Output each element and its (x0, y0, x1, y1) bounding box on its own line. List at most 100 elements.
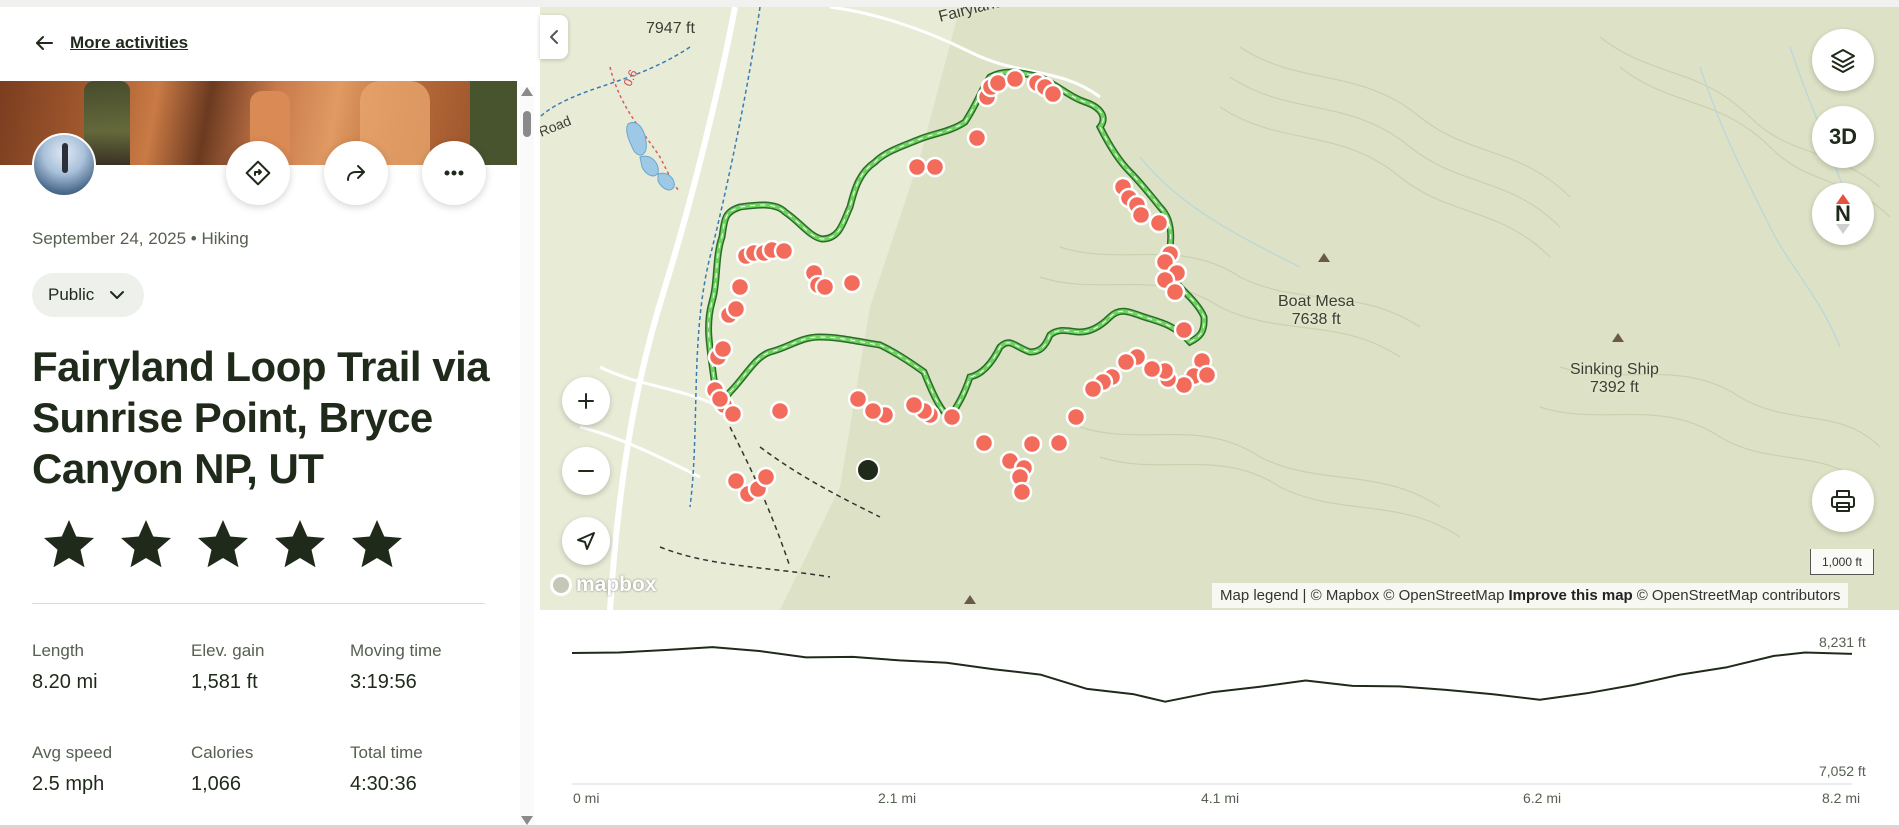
photo-waypoint[interactable] (1115, 351, 1137, 373)
x-tick-label: 2.1 mi (878, 790, 917, 806)
map-legend-link[interactable]: Map legend | © Mapbox © OpenStreetMap (1220, 587, 1505, 604)
star-icon[interactable] (115, 515, 177, 575)
improve-map-link[interactable]: Improve this map (1509, 587, 1633, 604)
x-tick-label: 4.1 mi (1201, 790, 1240, 806)
activity-date-type: September 24, 2025 • Hiking (32, 229, 249, 248)
share-button[interactable] (324, 141, 388, 205)
compass-button[interactable]: N (1812, 183, 1874, 245)
photo-waypoint[interactable] (1173, 319, 1195, 341)
plus-icon (578, 393, 594, 409)
scroll-up-arrow[interactable] (521, 87, 533, 96)
locate-button[interactable] (562, 517, 610, 565)
photo-waypoint[interactable] (841, 272, 863, 294)
map-label-elev: 7638 ft (1291, 311, 1341, 328)
photo-waypoint[interactable] (773, 240, 795, 262)
photo-waypoint[interactable] (725, 470, 747, 492)
photo-waypoint[interactable] (966, 127, 988, 149)
stat-value: 1,581 ft (191, 671, 258, 693)
star-icon[interactable] (346, 515, 408, 575)
photo-waypoint[interactable] (1148, 212, 1170, 234)
map-scale: 1,000 ft (1810, 549, 1874, 575)
visibility-dropdown[interactable]: Public (32, 273, 145, 317)
zoom-out-button[interactable] (562, 447, 610, 495)
map-layers-button[interactable] (1812, 29, 1874, 91)
arrow-left-icon (36, 36, 53, 50)
directions-button[interactable] (226, 141, 290, 205)
photo-waypoint[interactable] (941, 406, 963, 428)
compass-label: N (1835, 201, 1851, 226)
map-label-elev: 7392 ft (1590, 379, 1639, 396)
photo-waypoint[interactable] (712, 338, 734, 360)
rating-stars[interactable] (38, 515, 408, 575)
scrollbar-thumb[interactable] (523, 111, 531, 137)
print-button[interactable] (1812, 470, 1874, 532)
photo-waypoint[interactable] (729, 276, 751, 298)
avatar[interactable] (32, 133, 96, 197)
zoom-in-button[interactable] (562, 377, 610, 425)
photo-waypoint[interactable] (973, 432, 995, 454)
stat-total-time: Total time 4:30:36 (350, 743, 423, 796)
back-link-label[interactable]: More activities (70, 33, 188, 53)
photo-waypoint[interactable] (1042, 83, 1064, 105)
stat-value: 3:19:56 (350, 671, 417, 693)
activity-title: Fairyland Loop Trail via Sunrise Point, … (32, 343, 490, 492)
stat-label: Length (32, 641, 84, 660)
more-horizontal-icon (444, 170, 464, 176)
elev-min-label: 7,052 ft (1819, 763, 1866, 779)
chevron-down-icon (110, 291, 125, 299)
photo-waypoint[interactable] (725, 298, 747, 320)
photo-waypoint[interactable] (1164, 281, 1186, 303)
mapbox-logo[interactable]: mapbox (550, 573, 657, 597)
photo-waypoint[interactable] (755, 466, 777, 488)
star-icon[interactable] (38, 515, 100, 575)
scroll-down-arrow[interactable] (521, 816, 533, 825)
photo-waypoint[interactable] (906, 156, 928, 178)
photo-waypoint[interactable] (1004, 68, 1026, 90)
map-label-elevation: 7947 ft (646, 20, 695, 37)
photo-waypoint[interactable] (1011, 481, 1033, 503)
more-options-button[interactable] (422, 141, 486, 205)
visibility-label: Public (48, 285, 95, 304)
elevation-line[interactable] (571, 646, 1853, 703)
photo-waypoint[interactable] (1065, 406, 1087, 428)
photo-waypoints (704, 68, 1218, 505)
photo-waypoint[interactable] (862, 400, 884, 422)
photo-waypoint[interactable] (1082, 378, 1104, 400)
back-link[interactable]: More activities (32, 31, 188, 55)
layers-icon (1831, 49, 1855, 73)
trail-map[interactable]: 7947 ft Fairyland Road 0.6 Boat Mesa 763… (540, 7, 1899, 610)
minus-icon (578, 470, 594, 472)
photo-waypoint[interactable] (814, 276, 836, 298)
stat-value: 1,066 (191, 773, 242, 795)
photo-waypoint[interactable] (987, 72, 1009, 94)
star-icon[interactable] (269, 515, 331, 575)
map-label-name: Sinking Ship (1570, 361, 1659, 378)
collapse-panel-button[interactable] (540, 15, 568, 59)
map-label-boat-mesa: Boat Mesa 7638 ft (1278, 293, 1354, 329)
map-label-name: Boat Mesa (1278, 293, 1355, 310)
photo-waypoint[interactable] (1048, 432, 1070, 454)
photo-waypoint[interactable] (903, 394, 925, 416)
panel-scrollbar[interactable] (520, 87, 534, 828)
elevation-profile[interactable]: 8,231 ft 7,052 ft 0 mi 2.1 mi 4.1 mi 6.2… (540, 610, 1899, 828)
toggle-3d-button[interactable]: 3D (1812, 106, 1874, 168)
x-tick-label: 8.2 mi (1822, 790, 1861, 806)
stat-label: Calories (191, 743, 254, 762)
star-icon[interactable] (192, 515, 254, 575)
photo-waypoint[interactable] (722, 403, 744, 425)
photo-waypoint[interactable] (1130, 204, 1152, 226)
photo-waypoint[interactable] (847, 388, 869, 410)
photo-waypoint[interactable] (1141, 358, 1163, 380)
x-tick-label: 6.2 mi (1523, 790, 1562, 806)
photo-waypoint[interactable] (709, 388, 731, 410)
osm-contributors-link[interactable]: © OpenStreetMap contributors (1637, 587, 1841, 604)
stat-elev-gain: Elev. gain 1,581 ft (191, 641, 264, 694)
photo-waypoint[interactable] (924, 156, 946, 178)
stat-label: Elev. gain (191, 641, 265, 660)
top-strip (0, 0, 1899, 7)
photo-waypoint[interactable] (1021, 433, 1043, 455)
stat-moving-time: Moving time 3:19:56 (350, 641, 442, 694)
photo-waypoint[interactable] (769, 400, 791, 422)
photo-waypoint[interactable] (1196, 364, 1218, 386)
stat-label: Total time (350, 743, 423, 762)
